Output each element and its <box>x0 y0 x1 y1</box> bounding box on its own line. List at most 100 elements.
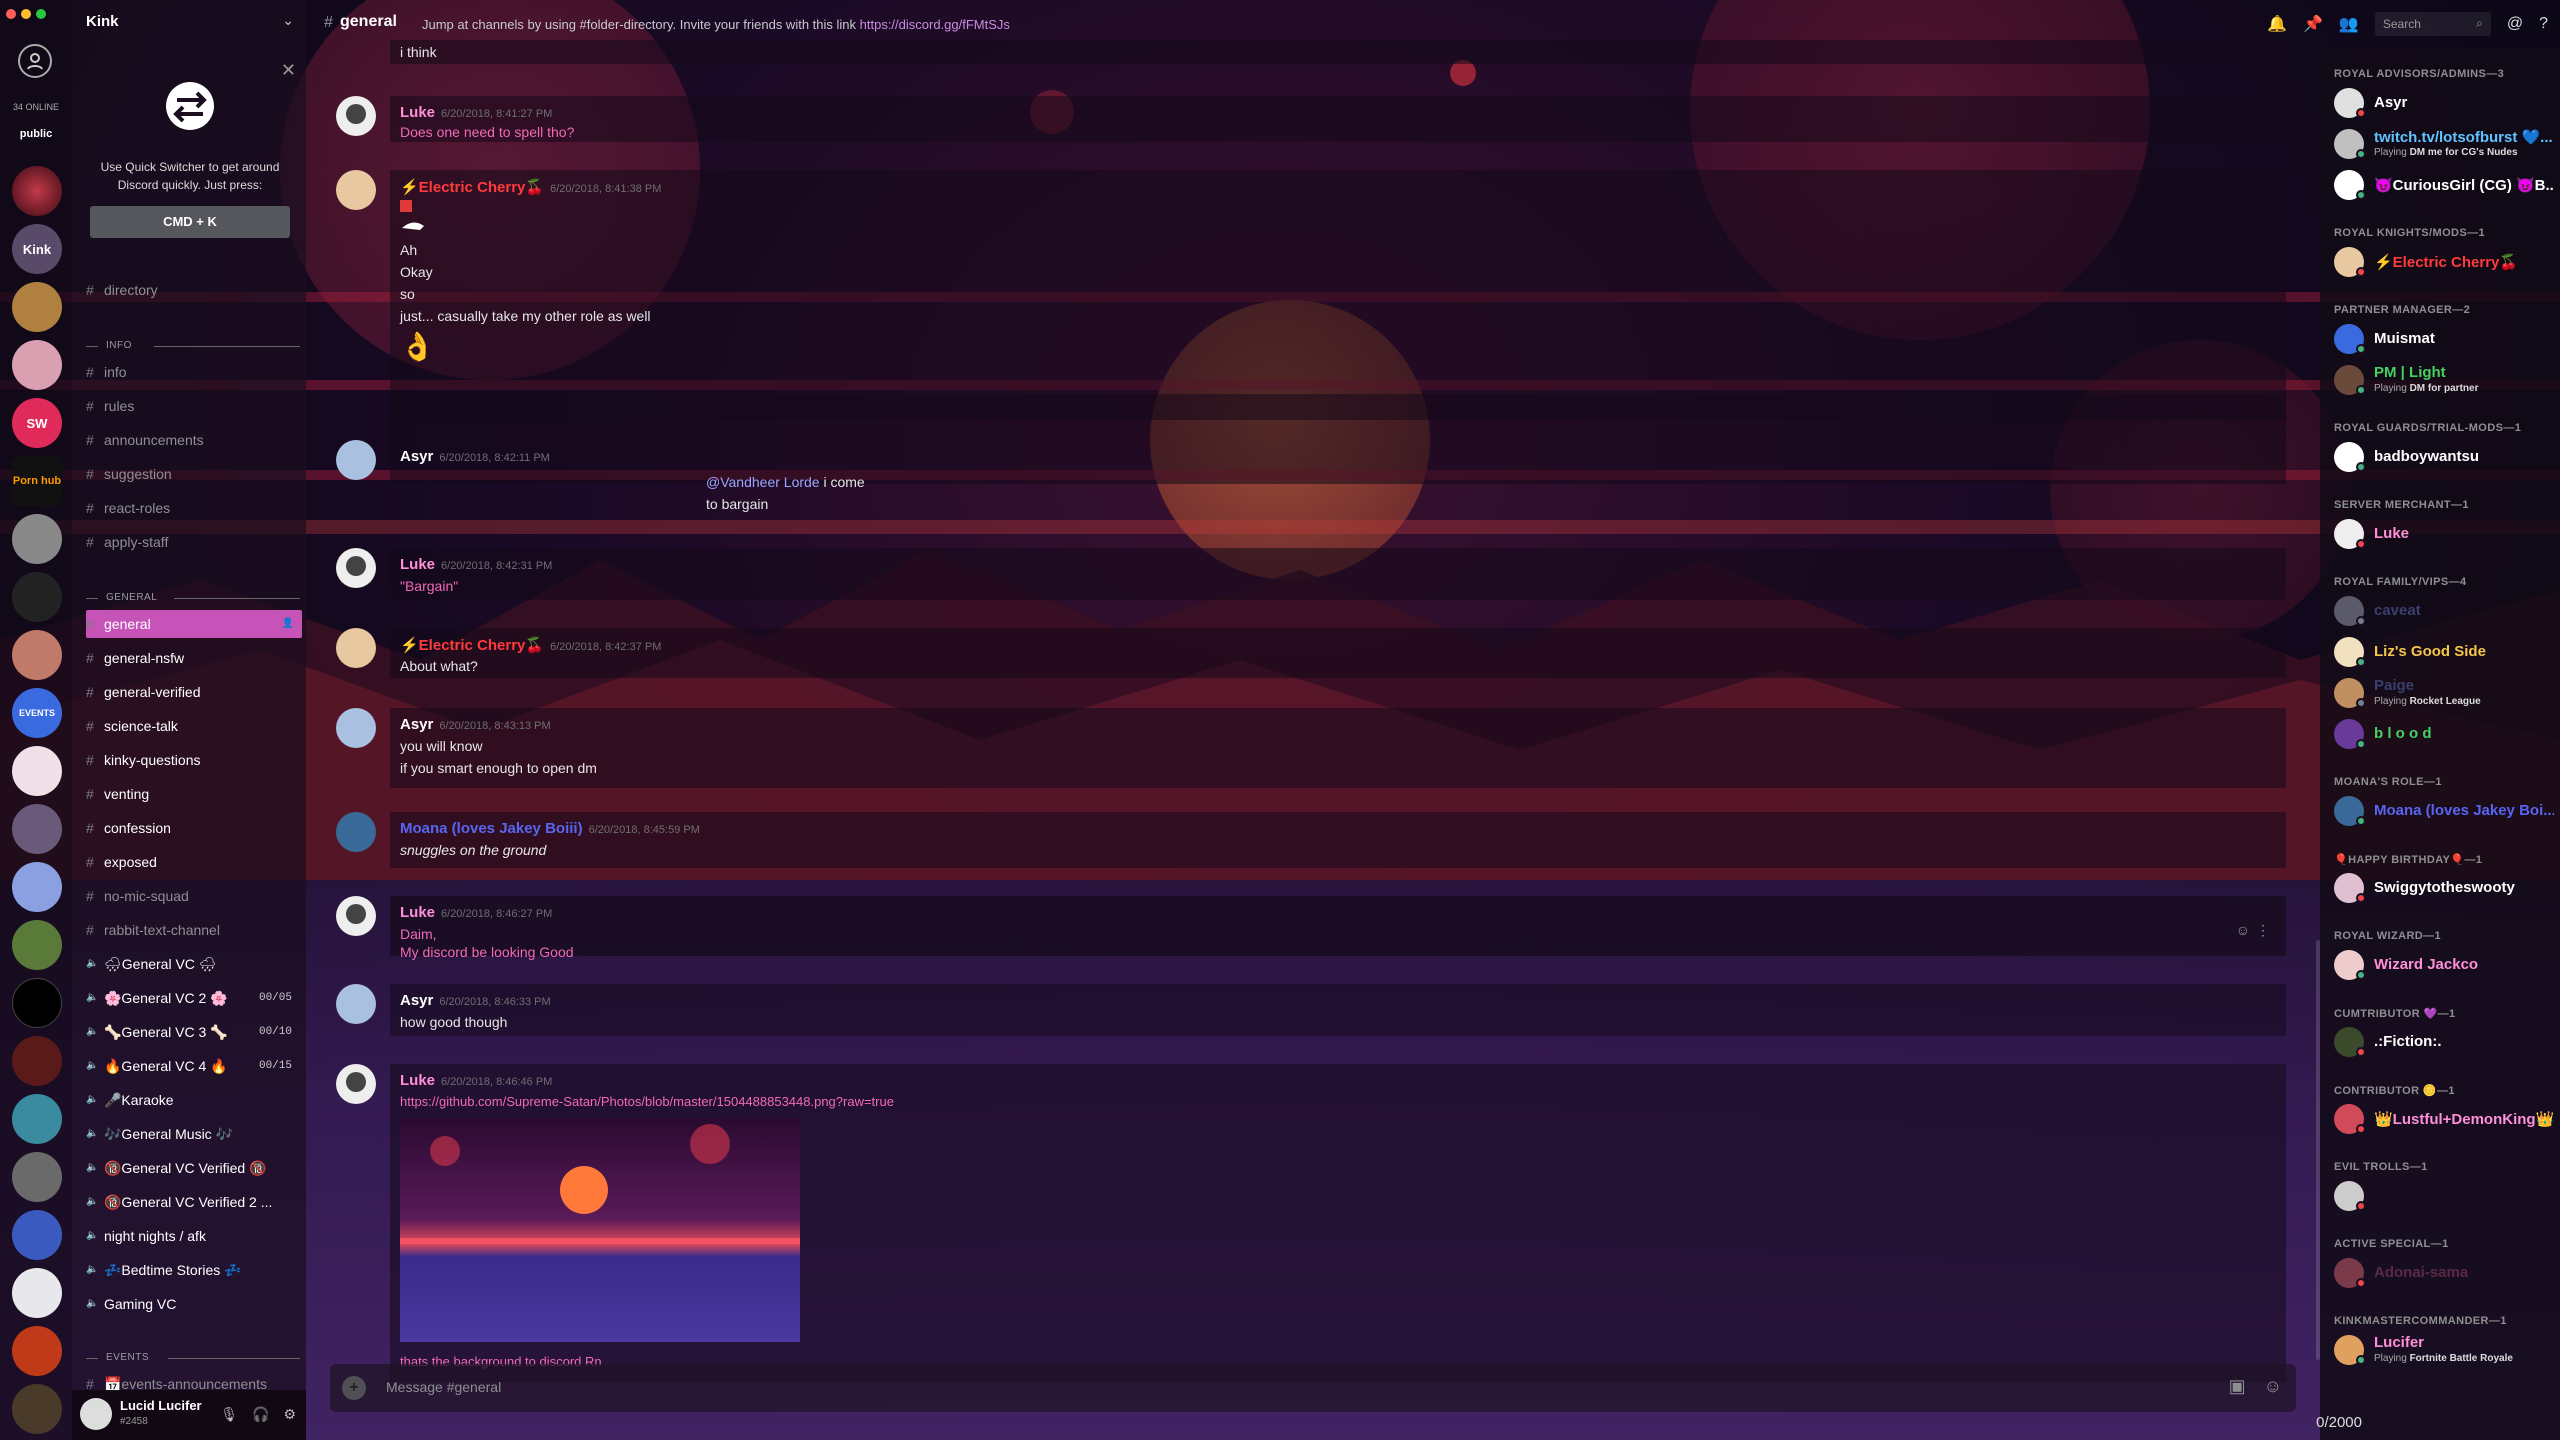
embedded-image[interactable] <box>400 1118 800 1342</box>
help-icon[interactable]: ? <box>2539 15 2548 33</box>
channel-general-nsfw[interactable]: ▸#general-nsfw <box>86 644 302 672</box>
member-item[interactable]: Adonai-sama <box>2334 1256 2554 1290</box>
channel-rules[interactable]: # rules <box>86 392 302 420</box>
headphones-icon[interactable]: 🎧 <box>252 1406 269 1423</box>
avatar[interactable] <box>80 1398 112 1430</box>
member-item[interactable]: Moana (loves Jakey Boi... <box>2334 794 2554 828</box>
channel-category[interactable]: GENERAL <box>86 592 306 603</box>
member-item[interactable]: .:Fiction:. <box>2334 1025 2554 1059</box>
member-item[interactable]: Luke <box>2334 517 2554 551</box>
voice-channel[interactable]: 🔈 🎤Karaoke <box>86 1086 302 1114</box>
channel-science-talk[interactable]: ▸#science-talk <box>86 712 302 740</box>
voice-channel[interactable]: 🔈 Gaming VC <box>86 1290 302 1318</box>
channel-announcements[interactable]: # announcements <box>86 426 302 454</box>
channel-info[interactable]: # info <box>86 358 302 386</box>
member-item[interactable]: Asyr <box>2334 86 2554 120</box>
search-input[interactable]: Search ⌕ <box>2374 12 2491 36</box>
member-item[interactable]: badboywantsu <box>2334 440 2554 474</box>
channel-apply-staff[interactable]: # apply-staff <box>86 528 302 556</box>
server-icon[interactable] <box>12 746 62 796</box>
maximize-window-button[interactable] <box>36 9 46 19</box>
server-icon[interactable] <box>12 978 62 1028</box>
message-composer[interactable]: + Message #general ▣ ☺ <box>330 1364 2296 1412</box>
voice-channel[interactable]: 🔈 🔞General VC Verified 2 ... <box>86 1188 302 1216</box>
server-icon[interactable] <box>12 1326 62 1376</box>
gif-icon[interactable]: ▣ <box>2229 1376 2246 1397</box>
close-window-button[interactable] <box>6 9 16 19</box>
message-author[interactable]: ⚡Electric Cherry🍒 6/20/2018, 8:41:38 PM <box>400 178 661 196</box>
voice-channel[interactable]: 🔈 🎶General Music 🎶 <box>86 1120 302 1148</box>
channel-general[interactable]: # general 👤 <box>86 610 302 638</box>
server-icon[interactable] <box>12 572 62 622</box>
guild-name[interactable]: Kink <box>86 13 119 30</box>
server-icon[interactable] <box>12 1210 62 1260</box>
member-item[interactable]: Swiggytotheswooty <box>2334 871 2554 905</box>
at-icon[interactable]: @ <box>2507 15 2523 33</box>
server-icon[interactable] <box>12 1268 62 1318</box>
message-author[interactable]: Luke 6/20/2018, 8:41:27 PM <box>400 104 552 121</box>
avatar[interactable] <box>336 440 376 480</box>
server-icon[interactable] <box>12 166 62 216</box>
member-item[interactable]: Paige Playing Rocket League <box>2334 676 2554 710</box>
server-icon[interactable] <box>12 282 62 332</box>
server-icon-sw[interactable]: SW <box>12 398 62 448</box>
quick-switcher-shortcut[interactable]: CMD + K <box>90 206 290 238</box>
friends-icon[interactable] <box>18 44 52 78</box>
avatar[interactable] <box>336 708 376 748</box>
members-icon[interactable]: 👥 <box>2339 14 2359 34</box>
bell-icon[interactable]: 🔔 <box>2267 14 2287 34</box>
message-link[interactable]: https://github.com/Supreme-Satan/Photos/… <box>400 1094 894 1109</box>
server-icon[interactable] <box>12 340 62 390</box>
channel-confession[interactable]: ▸#confession <box>86 814 302 842</box>
voice-channel[interactable]: 🔈 🔞General VC Verified 🔞 <box>86 1154 302 1182</box>
microphone-icon[interactable]: 🎙 <box>220 1406 238 1423</box>
member-item[interactable]: ⚡Electric Cherry🍒 <box>2334 245 2554 279</box>
voice-channel[interactable]: 🔈 💤Bedtime Stories 💤 <box>86 1256 302 1284</box>
upload-plus-icon[interactable]: + <box>342 1376 366 1400</box>
scrollbar[interactable] <box>2316 940 2320 1360</box>
server-icon[interactable] <box>12 1094 62 1144</box>
server-icon[interactable] <box>12 862 62 912</box>
channel-rabbit-text-channel[interactable]: # rabbit-text-channel <box>86 916 302 944</box>
message-author[interactable]: Asyr 6/20/2018, 8:43:13 PM <box>400 716 551 733</box>
member-item[interactable]: Lucifer Playing Fortnite Battle Royale <box>2334 1333 2554 1367</box>
channel-exposed[interactable]: ▸#exposed <box>86 848 302 876</box>
member-item[interactable]: 👑Lustful+DemonKing👑 <box>2334 1102 2554 1136</box>
server-icon[interactable] <box>12 1152 62 1202</box>
server-icon-events[interactable]: EVENTS <box>12 688 62 738</box>
voice-channel[interactable]: 🔈 night nights / afk <box>86 1222 302 1250</box>
server-icon[interactable] <box>12 630 62 680</box>
member-item[interactable]: caveat <box>2334 594 2554 628</box>
message-author[interactable]: Asyr 6/20/2018, 8:46:33 PM <box>400 992 551 1009</box>
avatar[interactable] <box>336 1064 376 1104</box>
avatar[interactable] <box>336 96 376 136</box>
channel-no-mic-squad[interactable]: # no-mic-squad <box>86 882 302 910</box>
channel-general-verified[interactable]: ▸#general-verified <box>86 678 302 706</box>
avatar[interactable] <box>336 896 376 936</box>
server-icon[interactable] <box>12 514 62 564</box>
voice-channel[interactable]: 🔈 🌸General VC 2 🌸 00/05 <box>86 984 302 1012</box>
message-author[interactable]: Luke 6/20/2018, 8:42:31 PM <box>400 556 552 573</box>
channel-suggestion[interactable]: # suggestion <box>86 460 302 488</box>
member-item[interactable]: Wizard Jackco <box>2334 948 2554 982</box>
user-mention[interactable]: @Vandheer Lorde <box>706 474 820 490</box>
channel-kinky-questions[interactable]: ▸#kinky-questions <box>86 746 302 774</box>
server-icon[interactable] <box>12 1036 62 1086</box>
avatar[interactable] <box>336 170 376 210</box>
voice-channel[interactable]: 🔈 🦴General VC 3 🦴 00/10 <box>86 1018 302 1046</box>
more-options-icon[interactable]: ⋮ <box>2256 922 2270 939</box>
avatar[interactable] <box>336 628 376 668</box>
server-icon-kink[interactable]: Kink <box>12 224 62 274</box>
server-icon-pornhub[interactable]: Porn hub <box>12 456 62 506</box>
member-item[interactable]: 😈CuriousGirl (CG) 😈B... <box>2334 168 2554 202</box>
gear-icon[interactable]: ⚙ <box>283 1406 296 1423</box>
member-item[interactable]: Liz's Good Side <box>2334 635 2554 669</box>
member-item[interactable]: PM | Light Playing DM for partner <box>2334 363 2554 397</box>
close-icon[interactable]: ✕ <box>281 60 296 81</box>
member-item[interactable]: Muismat <box>2334 322 2554 356</box>
avatar[interactable] <box>336 812 376 852</box>
message-author[interactable]: Asyr 6/20/2018, 8:42:11 PM <box>400 448 550 465</box>
server-icon[interactable] <box>12 920 62 970</box>
message-author[interactable]: Luke 6/20/2018, 8:46:46 PM <box>400 1072 552 1089</box>
window-controls[interactable] <box>6 9 46 19</box>
